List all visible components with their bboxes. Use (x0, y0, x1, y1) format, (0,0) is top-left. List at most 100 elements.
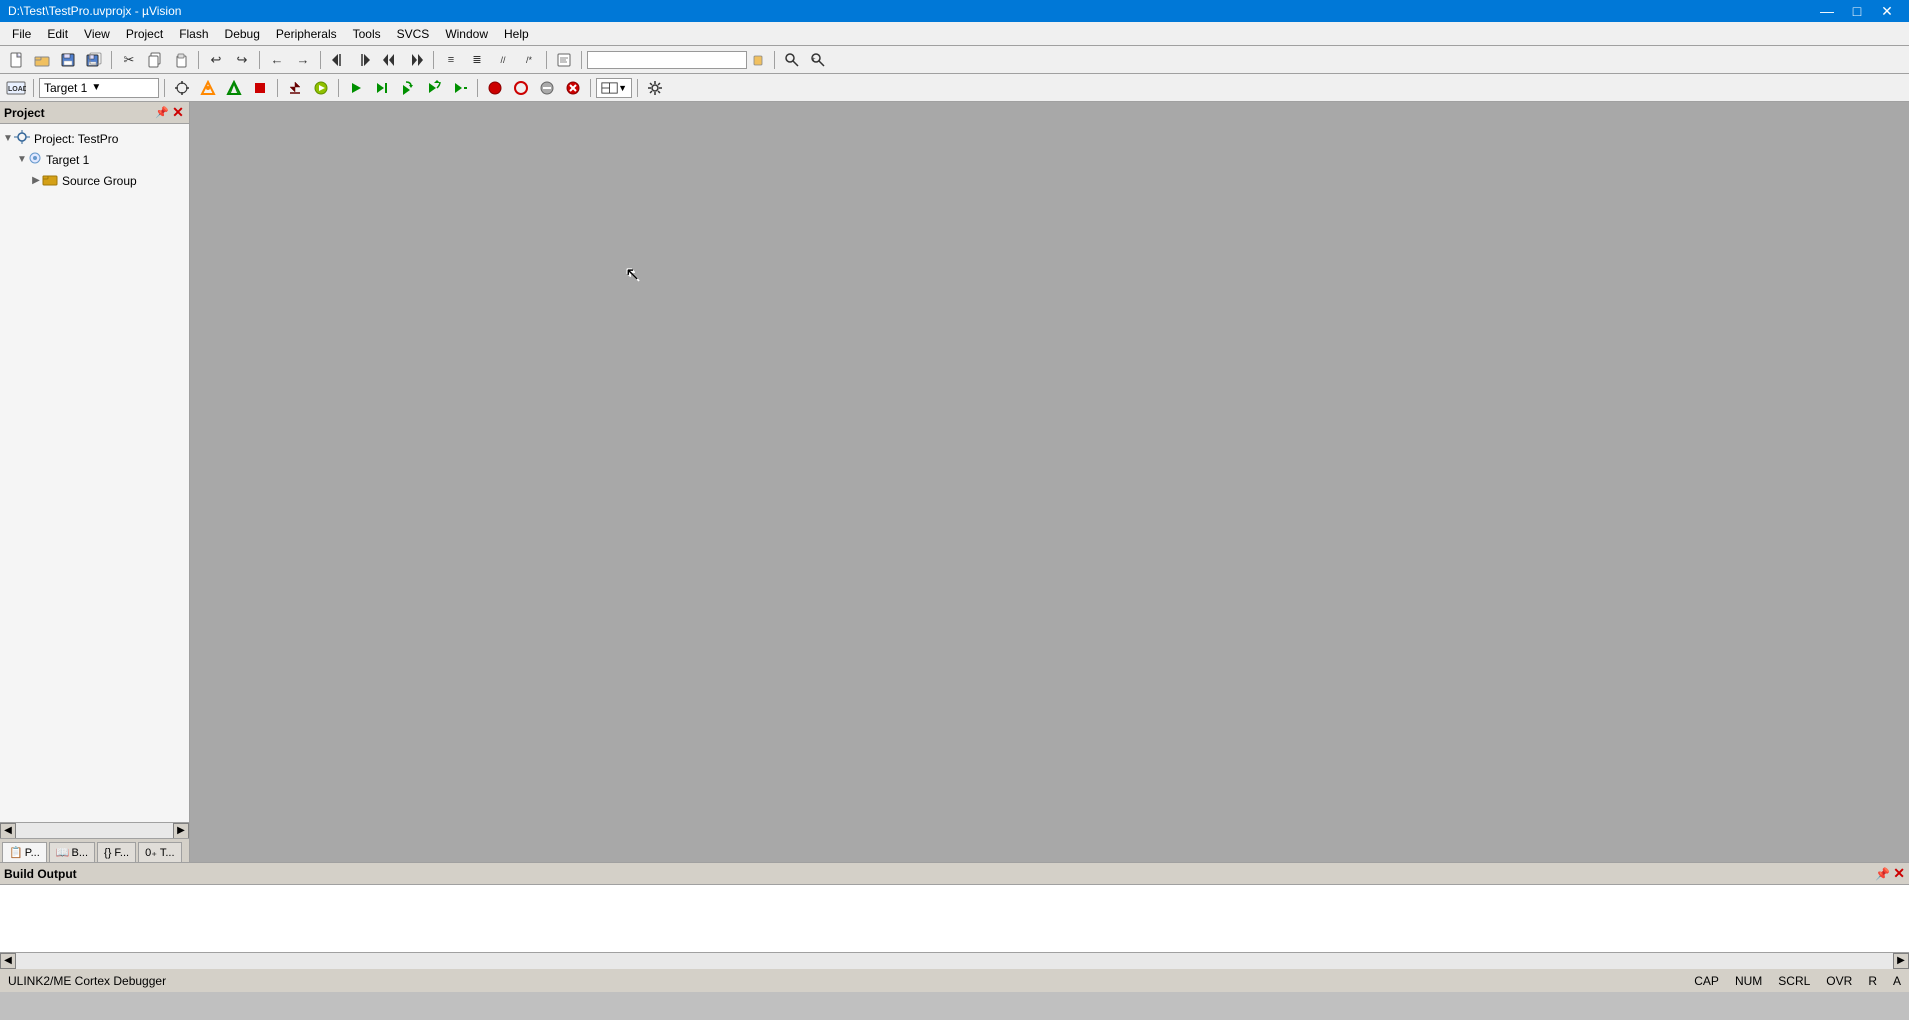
kill-all-breakpoints-button[interactable] (561, 77, 585, 99)
build-output-pin-button[interactable]: 📌 (1875, 867, 1890, 881)
tab-templates[interactable]: 0₊ T... (138, 842, 181, 862)
bookmark-next-button[interactable] (352, 49, 376, 71)
close-button[interactable]: ✕ (1873, 0, 1901, 22)
minimize-button[interactable]: — (1813, 0, 1841, 22)
load-button[interactable]: LOAD (4, 77, 28, 99)
indent-button[interactable]: ≡ (439, 49, 463, 71)
ovr-indicator: OVR (1826, 974, 1852, 988)
new-button[interactable] (4, 49, 28, 71)
window-layout-dropdown[interactable]: ▼ (596, 78, 632, 98)
build-target-button[interactable] (196, 77, 220, 99)
menu-tools[interactable]: Tools (345, 23, 389, 45)
rebuild-button[interactable] (222, 77, 246, 99)
menu-project[interactable]: Project (118, 23, 171, 45)
target-name: Target 1 (44, 81, 87, 95)
paste-button[interactable] (169, 49, 193, 71)
bookmark-prev-button[interactable] (326, 49, 350, 71)
project-expand-icon[interactable]: ▼ (2, 133, 14, 145)
start-stop-debug-button[interactable] (309, 77, 333, 99)
title-text: D:\Test\TestPro.uvprojx - µVision (8, 4, 181, 18)
separator-t2-3 (277, 79, 278, 97)
step-button[interactable] (370, 77, 394, 99)
stop-build-button[interactable] (248, 77, 272, 99)
find-in-files-button[interactable] (780, 49, 804, 71)
tab-project-label: P... (25, 847, 40, 859)
menu-debug[interactable]: Debug (217, 23, 268, 45)
copy-button[interactable] (143, 49, 167, 71)
save-button[interactable] (56, 49, 80, 71)
bookmark-next2-button[interactable] (404, 49, 428, 71)
unindent-button[interactable]: ≣ (465, 49, 489, 71)
step-out-button[interactable] (422, 77, 446, 99)
menu-help[interactable]: Help (496, 23, 537, 45)
bottom-scroll-right[interactable]: ▶ (1893, 953, 1909, 969)
disable-all-breakpoints-button[interactable] (535, 77, 559, 99)
bottom-scrollbar: ◀ ▶ (0, 952, 1909, 968)
maximize-button[interactable]: □ (1843, 0, 1871, 22)
back-button[interactable]: ← (265, 49, 289, 71)
tab-books-label: B... (72, 847, 89, 859)
separator7 (581, 51, 582, 69)
target-expand-icon[interactable]: ▼ (16, 154, 28, 166)
bottom-scroll-track (16, 953, 1893, 969)
redo-button[interactable]: ↪ (230, 49, 254, 71)
find-button[interactable]: + (806, 49, 830, 71)
separator1 (111, 51, 112, 69)
tab-books[interactable]: 📖 B... (49, 842, 95, 862)
uncomment-button[interactable]: /* (517, 49, 541, 71)
cut-button[interactable]: ✂ (117, 49, 141, 71)
proj-scroll-left[interactable]: ◀ (0, 823, 16, 839)
menu-view[interactable]: View (76, 23, 118, 45)
svg-text:LOAD: LOAD (8, 86, 26, 93)
run-button[interactable] (344, 77, 368, 99)
build-output-close-button[interactable]: ✕ (1893, 865, 1905, 881)
menu-window[interactable]: Window (437, 23, 496, 45)
status-indicators: CAP NUM SCRL OVR R A (1694, 974, 1901, 988)
tab-project-icon: 📋 (9, 846, 23, 859)
menu-peripherals[interactable]: Peripherals (268, 23, 345, 45)
search-input[interactable] (587, 51, 747, 69)
separator3 (259, 51, 260, 69)
forward-button[interactable]: → (291, 49, 315, 71)
target1-label: Target 1 (46, 153, 89, 167)
project-icon (14, 130, 30, 147)
project-pin-button[interactable]: 📌 (155, 106, 169, 120)
separator8 (774, 51, 775, 69)
project-root-node[interactable]: ▼ Project: TestPro (0, 128, 189, 149)
build-output-title: Build Output (4, 867, 77, 881)
menu-edit[interactable]: Edit (39, 23, 76, 45)
step-over-button[interactable] (396, 77, 420, 99)
target-dropdown[interactable]: Target 1 ▼ (39, 78, 159, 98)
menu-svcs[interactable]: SVCS (389, 23, 438, 45)
tab-project[interactable]: 📋 P... (2, 842, 47, 862)
source-group-label: Source Group (62, 174, 137, 188)
menu-flash[interactable]: Flash (171, 23, 216, 45)
target1-node[interactable]: ▼ Target 1 (0, 149, 189, 170)
source-group-expand-icon[interactable]: ▶ (30, 175, 42, 187)
build-output-header: Build Output 📌 ✕ (0, 863, 1909, 885)
tab-templates-label: 0₊ T... (145, 846, 174, 859)
main-layout: Project 📌 ✕ ▼ Project: TestPro ▼ (0, 102, 1909, 968)
project-tabs: 📋 P... 📖 B... {} F... 0₊ T... (0, 838, 189, 862)
target-options-button[interactable] (170, 77, 194, 99)
save-all-button[interactable] (82, 49, 106, 71)
bottom-scroll-left[interactable]: ◀ (0, 953, 16, 969)
separator-t2-7 (637, 79, 638, 97)
open-button[interactable] (30, 49, 54, 71)
menu-file[interactable]: File (4, 23, 39, 45)
comment-button[interactable]: // (491, 49, 515, 71)
setup-button[interactable] (643, 77, 667, 99)
toolbar1: ✂ ↩ ↪ ← → ≡ ≣ // /* + (0, 46, 1909, 74)
enable-breakpoint-button[interactable] (509, 77, 533, 99)
bookmark-prev2-button[interactable] (378, 49, 402, 71)
source-group-node[interactable]: ▶ Source Group (0, 170, 189, 191)
tab-functions[interactable]: {} F... (97, 842, 136, 862)
proj-scroll-right[interactable]: ▶ (173, 823, 189, 839)
run-to-cursor-button[interactable] (448, 77, 472, 99)
search-open-button[interactable] (749, 49, 769, 71)
project-close-button[interactable]: ✕ (171, 106, 185, 120)
templates-button[interactable] (552, 49, 576, 71)
breakpoint-button[interactable] (483, 77, 507, 99)
undo-button[interactable]: ↩ (204, 49, 228, 71)
download-button[interactable] (283, 77, 307, 99)
